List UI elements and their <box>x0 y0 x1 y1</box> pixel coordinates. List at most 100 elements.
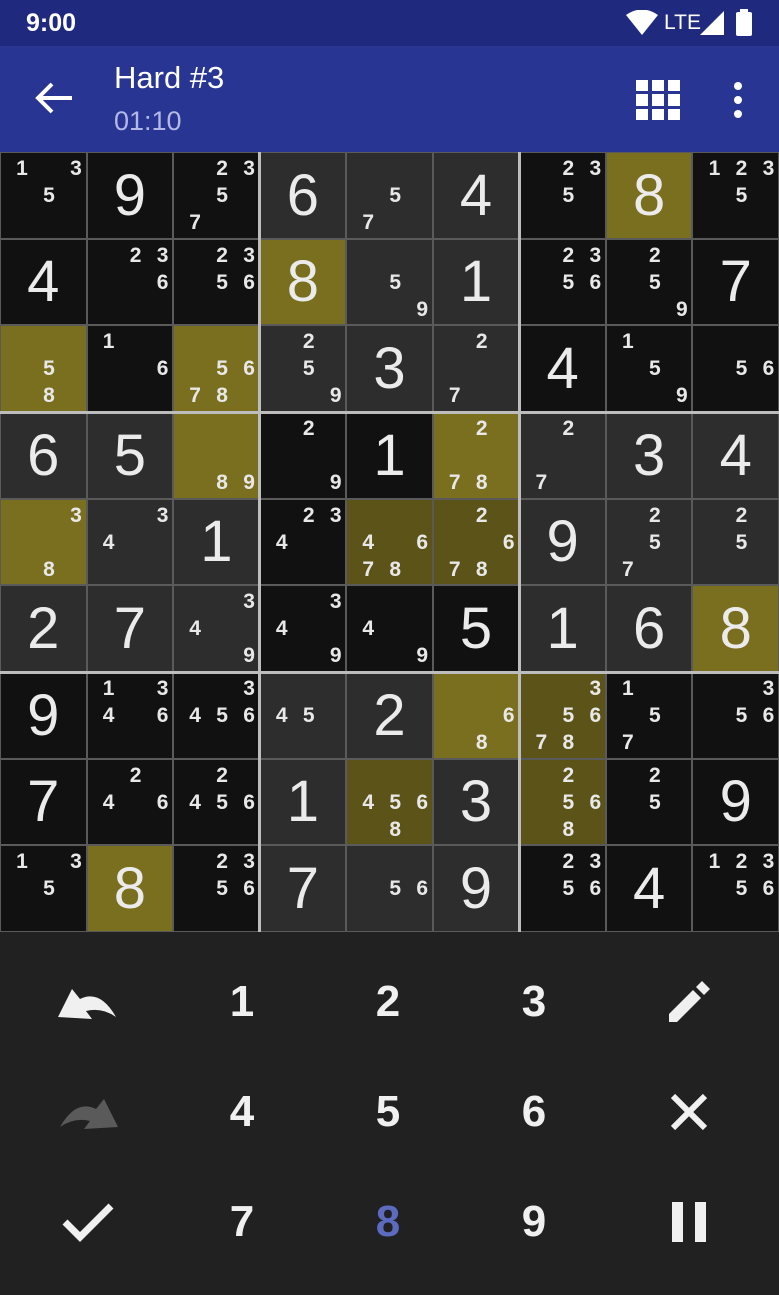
sudoku-cell[interactable]: 349 <box>260 586 346 671</box>
sudoku-cell[interactable]: 23 6 <box>87 239 173 325</box>
digit-4-button[interactable]: 4 <box>169 1062 315 1162</box>
sudoku-cell[interactable]: 8 <box>260 239 346 325</box>
sudoku-cell[interactable]: 6 <box>1 413 86 498</box>
sudoku-cell[interactable]: 349 <box>174 586 259 671</box>
sudoku-cell[interactable]: 4 <box>520 326 605 411</box>
sudoku-cell[interactable]: 3 <box>606 413 692 498</box>
pencil-mode-button[interactable] <box>616 952 762 1052</box>
sudoku-cell[interactable]: 23 4 <box>260 499 346 585</box>
sudoku-cell[interactable]: 12356 <box>693 846 778 931</box>
sudoku-cell[interactable]: 2356 <box>520 239 605 325</box>
grid-view-icon[interactable] <box>636 80 680 120</box>
sudoku-cell[interactable]: 16 <box>87 326 173 411</box>
sudoku-cell[interactable]: 2678 <box>433 499 519 585</box>
sudoku-cell[interactable]: 5 <box>433 586 519 671</box>
sudoku-cell[interactable]: 7 <box>693 239 778 325</box>
sudoku-cell[interactable]: 2356 <box>174 846 259 931</box>
erase-button[interactable] <box>616 1062 762 1162</box>
sudoku-cell[interactable]: 24 6 <box>87 759 173 845</box>
sudoku-cell[interactable]: 1 <box>347 413 432 498</box>
sudoku-cell[interactable]: 9 <box>433 846 519 931</box>
sudoku-cell[interactable]: 1235 <box>693 153 778 238</box>
sudoku-cell[interactable]: 7 <box>260 846 346 931</box>
sudoku-cell[interactable]: 34 <box>87 499 173 585</box>
sudoku-cell[interactable]: 8 <box>693 586 778 671</box>
sudoku-cell[interactable]: 5 <box>87 413 173 498</box>
pause-button[interactable] <box>616 1172 762 1272</box>
undo-button[interactable] <box>15 952 161 1052</box>
sudoku-cell[interactable]: 38 <box>1 499 86 585</box>
check-button[interactable] <box>15 1172 161 1272</box>
sudoku-cell[interactable]: 59 <box>347 239 432 325</box>
sudoku-cell[interactable]: 4568 <box>347 759 432 845</box>
sudoku-cell[interactable]: 2 <box>1 586 86 671</box>
sudoku-cell[interactable]: 235 <box>520 153 605 238</box>
digit-6-button[interactable]: 6 <box>461 1062 607 1162</box>
sudoku-cell[interactable]: 9 <box>87 153 173 238</box>
sudoku-cell[interactable]: 9 <box>1 673 86 758</box>
pencil-mark: 3 <box>329 590 342 614</box>
sudoku-cell[interactable]: 3 <box>433 759 519 845</box>
arrow-back-icon[interactable] <box>34 81 74 115</box>
sudoku-cell[interactable]: 1 35 <box>1 153 86 238</box>
sudoku-cell[interactable]: 2 57 <box>606 499 692 585</box>
sudoku-cell[interactable]: 2 <box>347 673 432 758</box>
sudoku-cell[interactable]: 1 35 <box>1 846 86 931</box>
sudoku-cell[interactable]: 6 <box>260 153 346 238</box>
sudoku-cell[interactable]: 57 <box>347 153 432 238</box>
sudoku-cell[interactable]: 27 <box>433 326 519 411</box>
redo-button[interactable] <box>15 1062 161 1162</box>
sudoku-cell[interactable]: 2456 <box>174 759 259 845</box>
sudoku-cell[interactable]: 58 <box>1 326 86 411</box>
digit-2-button[interactable]: 2 <box>315 952 461 1052</box>
sudoku-cell[interactable]: 157 <box>606 673 692 758</box>
digit-3-button[interactable]: 3 <box>461 952 607 1052</box>
sudoku-cell[interactable]: 3 <box>347 326 432 411</box>
digit-1-button[interactable]: 1 <box>169 952 315 1052</box>
more-vert-icon[interactable] <box>728 80 748 120</box>
sudoku-cell[interactable]: 1 3 4 6 <box>87 673 173 758</box>
sudoku-cell[interactable]: 3456 <box>174 673 259 758</box>
sudoku-cell[interactable]: 56 <box>693 326 778 411</box>
sudoku-cell[interactable]: 5678 <box>174 326 259 411</box>
sudoku-cell[interactable]: 1 <box>520 586 605 671</box>
sudoku-cell[interactable]: 7 <box>1 759 86 845</box>
sudoku-cell[interactable]: 356 78 <box>520 673 605 758</box>
sudoku-cell[interactable]: 4 <box>1 239 86 325</box>
sudoku-cell[interactable]: 2 78 <box>433 413 519 498</box>
sudoku-cell[interactable]: 45 <box>260 673 346 758</box>
sudoku-cell[interactable]: 9 <box>520 499 605 585</box>
digit-7-button[interactable]: 7 <box>169 1172 315 1272</box>
sudoku-cell[interactable]: 27 <box>520 413 605 498</box>
sudoku-cell[interactable]: 6 <box>606 586 692 671</box>
sudoku-cell[interactable]: 68 <box>433 673 519 758</box>
digit-5-button[interactable]: 5 <box>315 1062 461 1162</box>
sudoku-cell[interactable]: 2 59 <box>260 326 346 411</box>
sudoku-cell[interactable]: 56 <box>347 846 432 931</box>
sudoku-cell[interactable]: 8 <box>87 846 173 931</box>
sudoku-cell[interactable]: 159 <box>606 326 692 411</box>
sudoku-cell[interactable]: 29 <box>260 413 346 498</box>
digit-9-button[interactable]: 9 <box>461 1172 607 1272</box>
sudoku-cell[interactable]: 1 <box>433 239 519 325</box>
sudoku-cell[interactable]: 9 <box>693 759 778 845</box>
sudoku-cell[interactable]: 25 <box>606 759 692 845</box>
sudoku-cell[interactable]: 89 <box>174 413 259 498</box>
sudoku-cell[interactable]: 1 <box>260 759 346 845</box>
sudoku-cell[interactable]: 7 <box>87 586 173 671</box>
sudoku-cell[interactable]: 4 <box>693 413 778 498</box>
sudoku-cell[interactable]: 4 <box>433 153 519 238</box>
sudoku-cell[interactable]: 4 <box>606 846 692 931</box>
sudoku-cell[interactable]: 2356 <box>174 239 259 325</box>
sudoku-cell[interactable]: 2 568 <box>520 759 605 845</box>
sudoku-cell[interactable]: 2 59 <box>606 239 692 325</box>
sudoku-cell[interactable]: 49 <box>347 586 432 671</box>
sudoku-cell[interactable]: 25 <box>693 499 778 585</box>
sudoku-cell[interactable]: 8 <box>606 153 692 238</box>
sudoku-cell[interactable]: 2356 <box>520 846 605 931</box>
sudoku-cell[interactable]: 2357 <box>174 153 259 238</box>
sudoku-cell[interactable]: 1 <box>174 499 259 585</box>
sudoku-cell[interactable]: 356 <box>693 673 778 758</box>
sudoku-cell[interactable]: 4 6 78 <box>347 499 432 585</box>
digit-8-button[interactable]: 8 <box>315 1172 461 1272</box>
